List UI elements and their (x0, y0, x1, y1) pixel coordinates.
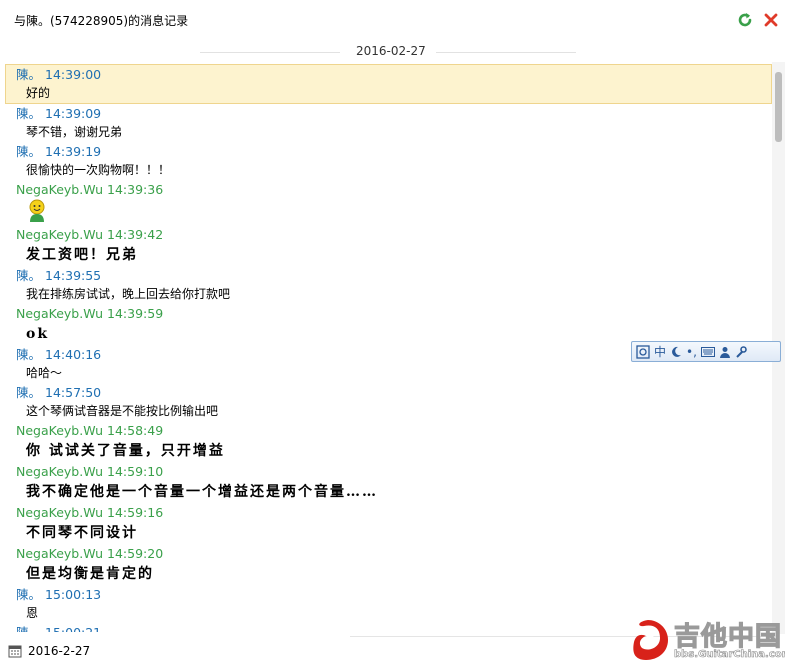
message-item: NegaKeyb.Wu 14:59:16 不同琴不同设计 (0, 503, 772, 544)
message-time: 14:59:20 (107, 546, 164, 561)
ime-punct[interactable]: •, (686, 345, 697, 359)
message-sender[interactable]: 陳。 (16, 106, 41, 121)
date-divider-label: 2016-02-27 (356, 44, 426, 58)
message-text: 发工资吧！兄弟 (26, 247, 138, 263)
message-item: 陳。 14:39:00 好的 (5, 64, 772, 104)
message-item: 陳。 14:39:55 我在排练房试试，晚上回去给你打款吧 (0, 266, 772, 304)
message-item: NegaKeyb.Wu 14:59:10 我不确定他是一个音量一个增益还是两个音量… (0, 462, 772, 503)
message-header: NegaKeyb.Wu 14:59:16 (16, 503, 772, 522)
moon-icon[interactable] (670, 346, 682, 358)
bottom-date[interactable]: 2016-2-27 (28, 644, 90, 658)
message-header: NegaKeyb.Wu 14:39:36 (16, 180, 772, 199)
message-sender[interactable]: 陳。 (16, 587, 41, 602)
message-sender[interactable]: NegaKeyb.Wu (16, 505, 103, 520)
message-time: 14:40:16 (45, 347, 102, 362)
message-sender[interactable]: NegaKeyb.Wu (16, 227, 103, 242)
message-sender[interactable]: NegaKeyb.Wu (16, 464, 103, 479)
message-header: NegaKeyb.Wu 14:58:49 (16, 421, 772, 440)
message-sender[interactable]: NegaKeyb.Wu (16, 306, 103, 321)
message-time: 14:39:00 (45, 67, 102, 82)
message-text: 这个琴俩试音器是不能按比例输出吧 (26, 404, 219, 418)
message-header: 陳。 14:39:00 (16, 65, 771, 84)
date-divider: 2016-02-27 (0, 42, 772, 62)
close-button[interactable] (760, 9, 782, 31)
message-item: 陳。 14:39:19 很愉快的一次购物啊！！！ (0, 142, 772, 180)
keyboard-icon[interactable] (700, 346, 715, 357)
wrench-icon[interactable] (735, 345, 747, 358)
message-header: 陳。 14:39:19 (16, 142, 772, 161)
message-item: 陳。 14:57:50 这个琴俩试音器是不能按比例输出吧 (0, 383, 772, 421)
ime-mode[interactable]: 中 (654, 343, 666, 360)
message-text: 我在排练房试试，晚上回去给你打款吧 (26, 287, 231, 301)
message-time: 14:59:16 (107, 505, 164, 520)
message-text: 不同琴不同设计 (26, 525, 138, 541)
message-time: 15:00:21 (45, 625, 101, 632)
message-header: 陳。 14:39:55 (16, 266, 772, 285)
message-time: 14:39:19 (45, 144, 102, 159)
window-title: 与陳。(574228905)的消息记录 (14, 14, 189, 28)
message-text: 但是均衡是肯定的 (26, 566, 154, 582)
ime-toolbar[interactable]: 中 •, (631, 341, 781, 362)
message-text: 哈哈～ (26, 366, 63, 380)
message-item: NegaKeyb.Wu 14:58:49 你 试试关了音量，只开增益 (0, 421, 772, 462)
divider-line (436, 52, 576, 53)
message-sender[interactable]: 陳。 (16, 625, 41, 632)
message-item: 陳。 14:39:09 琴不错，谢谢兄弟 (0, 104, 772, 142)
message-header: NegaKeyb.Wu 14:59:20 (16, 544, 772, 563)
message-item: NegaKeyb.Wu 14:39:42 发工资吧！兄弟 (0, 225, 772, 266)
message-item: NegaKeyb.Wu 14:59:20 但是均衡是肯定的 (0, 544, 772, 585)
smiley-icon (29, 199, 45, 222)
message-item: NegaKeyb.Wu 14:39:59 ok (0, 304, 772, 345)
message-sender[interactable]: NegaKeyb.Wu (16, 546, 103, 561)
watermark-en: bbs.GuitarChina.com (674, 649, 785, 661)
watermark-cn: 吉他中国 (673, 621, 783, 652)
user-icon[interactable] (719, 346, 731, 358)
message-text: 你 试试关了音量，只开增益 (26, 443, 225, 459)
ime-logo-icon[interactable] (636, 344, 650, 359)
message-sender[interactable]: 陳。 (16, 268, 41, 283)
message-time: 14:39:09 (45, 106, 102, 121)
message-item: NegaKeyb.Wu 14:39:36 (0, 180, 772, 225)
message-header: 陳。 15:00:13 (16, 585, 772, 604)
message-time: 14:39:36 (107, 182, 164, 197)
message-text: 好的 (26, 86, 51, 100)
message-sender[interactable]: 陳。 (16, 347, 41, 362)
scrollbar-thumb[interactable] (775, 72, 782, 142)
message-header: NegaKeyb.Wu 14:39:59 (16, 304, 772, 323)
message-time: 14:39:59 (107, 306, 164, 321)
refresh-button[interactable] (734, 9, 756, 31)
message-text: 我不确定他是一个音量一个增益还是两个音量…… (26, 484, 378, 500)
message-time: 14:59:10 (107, 464, 164, 479)
message-time: 14:58:49 (107, 423, 164, 438)
message-header: NegaKeyb.Wu 14:39:42 (16, 225, 772, 244)
message-sender[interactable]: 陳。 (16, 144, 41, 159)
message-sender[interactable]: 陳。 (16, 385, 41, 400)
message-header: 陳。 14:57:50 (16, 383, 772, 402)
message-time: 14:39:42 (107, 227, 164, 242)
divider-line (200, 52, 340, 53)
message-emoji (16, 199, 772, 225)
title-bar: 与陳。(574228905)的消息记录 (0, 0, 785, 40)
message-time: 14:39:55 (45, 268, 102, 283)
message-header: 陳。 14:39:09 (16, 104, 772, 123)
watermark: 吉他中国 bbs.GuitarChina.com (628, 614, 785, 664)
message-text: 琴不错，谢谢兄弟 (26, 125, 123, 139)
message-time: 14:57:50 (45, 385, 102, 400)
message-sender[interactable]: NegaKeyb.Wu (16, 182, 103, 197)
message-header: NegaKeyb.Wu 14:59:10 (16, 462, 772, 481)
message-sender[interactable]: 陳。 (16, 67, 41, 82)
message-time: 15:00:13 (45, 587, 102, 602)
refresh-icon (738, 13, 752, 27)
message-text: 很愉快的一次购物啊！！！ (26, 163, 171, 177)
guitarchina-logo-icon (633, 620, 668, 660)
calendar-icon[interactable] (8, 644, 22, 658)
close-icon (764, 13, 778, 27)
message-sender[interactable]: NegaKeyb.Wu (16, 423, 103, 438)
